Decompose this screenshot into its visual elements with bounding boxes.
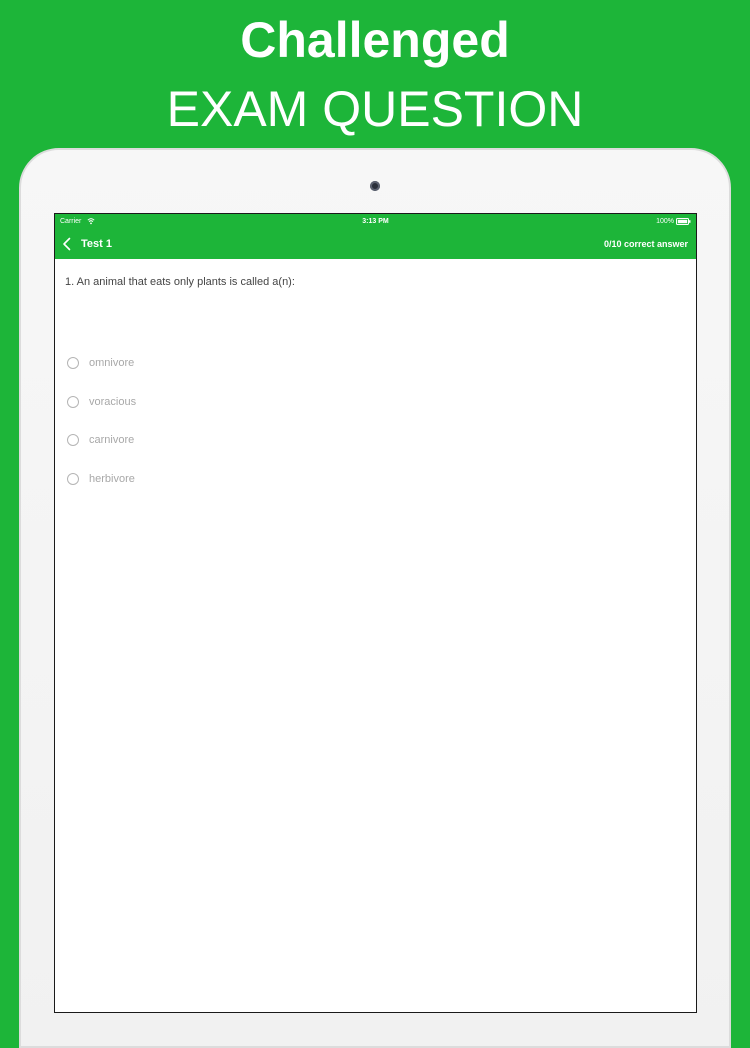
answer-option-label: omnivore	[89, 357, 135, 370]
status-time: 3:13 PM	[362, 218, 389, 225]
answer-option[interactable]: voracious	[67, 383, 136, 422]
answer-option-label: herbivore	[89, 472, 135, 485]
answer-option[interactable]: carnivore	[67, 421, 136, 460]
status-bar: Carrier 3:13 PM 100%	[55, 214, 696, 229]
answer-option-label: voracious	[89, 395, 137, 408]
battery-percent: 100%	[656, 218, 674, 225]
score-label: 0/10 correct answer	[603, 239, 688, 249]
answer-option[interactable]: omnivore	[67, 344, 136, 383]
app-screen: Carrier 3:13 PM 100% Test 1 0/10 correct…	[54, 213, 697, 1013]
camera-icon	[370, 181, 380, 191]
chevron-left-icon	[63, 237, 71, 251]
radio-icon[interactable]	[67, 434, 79, 447]
answer-options: omnivore voracious carnivore herbivore	[67, 344, 136, 498]
answer-option-label: carnivore	[89, 434, 135, 447]
radio-icon[interactable]	[67, 357, 79, 370]
nav-title: Test 1	[81, 238, 112, 250]
promo-subtitle: EXAM QUESTION	[166, 81, 584, 137]
promo-title: Challenged	[240, 12, 510, 68]
radio-icon[interactable]	[67, 472, 79, 485]
battery-icon	[676, 218, 691, 225]
question-text: 1. An animal that eats only plants is ca…	[65, 276, 295, 288]
back-button[interactable]: Test 1	[61, 229, 112, 259]
nav-bar: Test 1 0/10 correct answer	[55, 229, 696, 259]
answer-option[interactable]: herbivore	[67, 460, 136, 499]
radio-icon[interactable]	[67, 395, 79, 408]
